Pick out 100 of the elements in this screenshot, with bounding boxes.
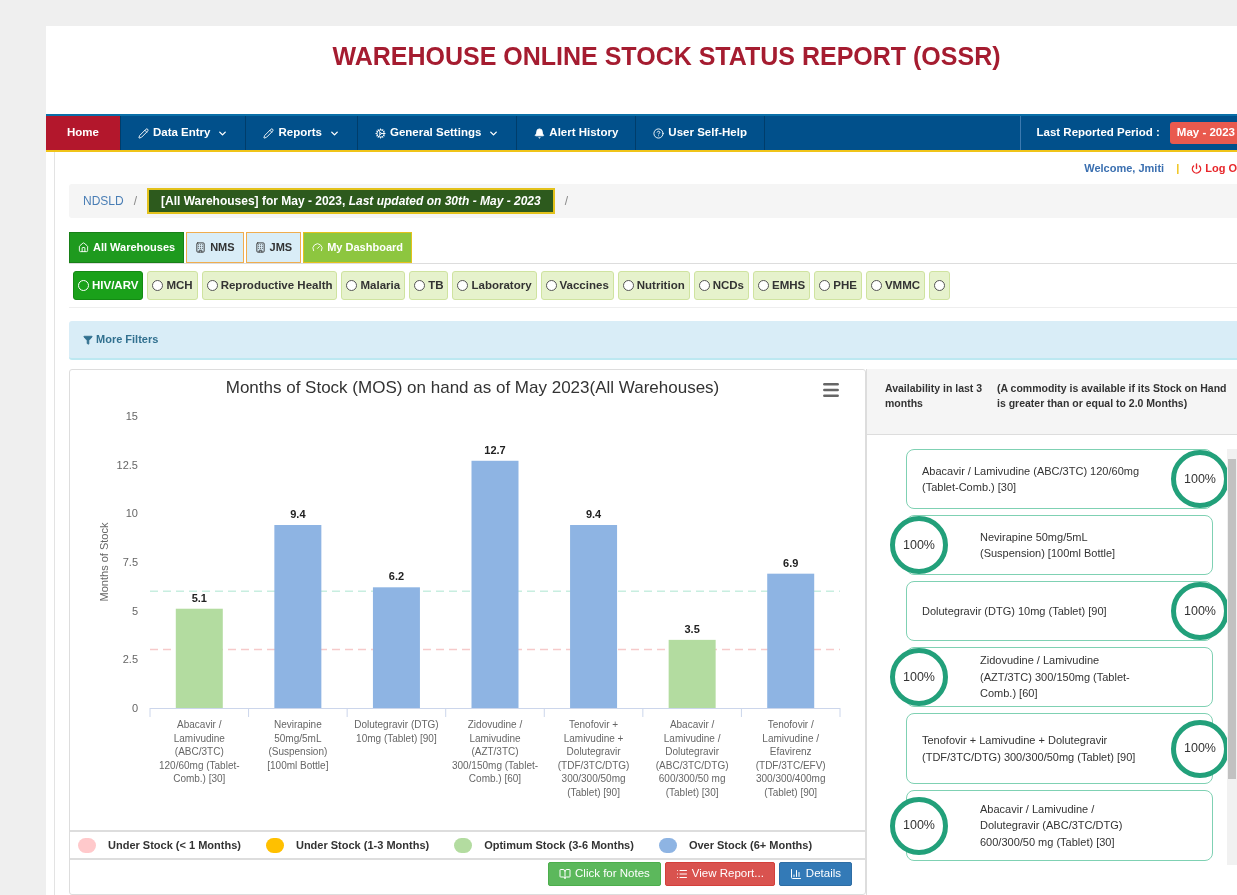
program-option[interactable]: Reproductive Health	[201, 271, 338, 300]
warehouse-tab[interactable]: All Warehouses	[69, 232, 185, 263]
program-option[interactable]: MCH	[147, 271, 198, 300]
help-icon	[653, 127, 665, 139]
data-label: 6.9	[783, 556, 799, 569]
nav-item[interactable]: Data Entry	[120, 116, 247, 150]
y-tick-label: 15	[125, 410, 138, 422]
menu-icon[interactable]	[821, 380, 841, 400]
separator: |	[1176, 160, 1180, 176]
y-tick-label: 10	[125, 507, 138, 520]
program-option[interactable]: Nutrition	[617, 271, 690, 300]
data-label: 6.2	[388, 570, 405, 583]
nav-item[interactable]: Home	[46, 116, 121, 150]
radio-icon	[622, 280, 634, 291]
legend-label: Under Stock (1-3 Months)	[295, 837, 430, 853]
data-label: 9.4	[585, 508, 602, 520]
filters-bar[interactable]: More Filters	[69, 321, 1237, 360]
radio-icon	[819, 280, 831, 291]
y-tick-label: 7.5	[122, 556, 138, 568]
bar	[668, 639, 716, 708]
data-label: 3.5	[684, 622, 700, 635]
filter-icon	[83, 334, 93, 345]
radio-icon	[152, 280, 164, 291]
power-icon	[1191, 162, 1203, 174]
nav-item[interactable]: Alert History	[517, 116, 637, 150]
commodity-name: Abacavir / Lamivudine (ABC/3TC) 120/60mg (Tablet-Comb.) [30]	[922, 463, 1141, 495]
availability-ring: 100%	[890, 648, 948, 706]
availability-note: (A commodity is available if its Stock on Hand is greater than or equal to 2.0 Months)	[997, 381, 1228, 411]
y-tick-label: 2.5	[122, 653, 138, 666]
action-button[interactable]: Details	[778, 862, 852, 886]
x-tick-label: Tenofovir + Lamivudine + Dolutegravir (TDF/3TC/DTG) 300/300/50mg (Tablet) [90]	[556, 718, 631, 800]
radio-icon	[346, 280, 358, 291]
nav-item[interactable]: General Settings	[357, 116, 518, 150]
radio-icon	[698, 280, 710, 291]
legend-label: Under Stock (< 1 Months)	[108, 837, 241, 853]
commodity-name: Abacavir / Lamivudine / Dolutegravir (ABC/3TC/DTG) 600/300/50 mg (Tablet) [30]	[980, 801, 1124, 850]
y-tick-label: 12.5	[116, 458, 138, 471]
program-option[interactable]: PHE	[814, 271, 862, 300]
x-tick-label: Nevirapine 50mg/5mL (Suspension) [100ml Bottle]	[266, 718, 330, 773]
logout-link[interactable]: Log O	[1191, 159, 1237, 177]
legend-label: Optimum Stock (3-6 Months)	[484, 837, 634, 853]
action-button[interactable]: View Report...	[664, 862, 775, 886]
program-option[interactable]: TB	[409, 271, 449, 300]
program-option[interactable]: Malaria	[341, 271, 406, 300]
scrollbar[interactable]	[1227, 449, 1237, 865]
radio-icon	[206, 280, 218, 291]
home-icon	[78, 242, 89, 253]
building-icon	[254, 242, 266, 253]
x-tick-label: Abacavir / Lamivudine / Dolutegravir (ABC/3TC/DTG) 600/300/50 mg (Tablet) [30]	[654, 718, 730, 800]
chart-title: Months of Stock (MOS) on hand as of May 2023(All Warehouses)	[224, 377, 720, 400]
program-option[interactable]	[929, 271, 951, 300]
availability-ring: 100%	[890, 796, 948, 855]
period-label: Last Reported Period :	[1036, 125, 1160, 141]
bell-icon	[534, 127, 546, 139]
program-option[interactable]: Laboratory	[452, 271, 537, 300]
report-period-badge: [All Warehouses] for May - 2023, Last updated on 30th - May - 2023	[147, 188, 555, 214]
x-tick-label: Tenofovir / Lamivudine / Efavirenz (TDF/3TC/EFV) 300/300/400mg (Tablet) [90]	[754, 718, 827, 800]
edit-icon	[263, 127, 275, 139]
data-label: 5.1	[191, 591, 207, 604]
legend-label: Over Stock (6+ Months)	[688, 837, 813, 853]
y-tick-label: 0	[131, 702, 138, 714]
program-option[interactable]: EMHS	[753, 271, 811, 300]
page-title: WAREHOUSE ONLINE STOCK STATUS REPORT (OSSR)	[332, 41, 1001, 72]
radio-icon	[414, 280, 426, 291]
commodity-name: Dolutegravir (DTG) 10mg (Tablet) [90]	[922, 603, 1107, 619]
breadcrumb-link[interactable]: NDSLD	[83, 192, 124, 210]
radio-icon	[545, 280, 557, 291]
period-badge: May - 2023	[1169, 122, 1237, 144]
data-label: 12.7	[484, 443, 506, 456]
list-icon	[675, 868, 688, 880]
radio-icon	[870, 280, 882, 291]
breadcrumb-separator: /	[564, 193, 569, 210]
commodity-name: Tenofovir + Lamivudine + Dolutegravir (TDF/3TC/DTG) 300/300/50mg (Tablet) [90]	[922, 733, 1137, 765]
availability-ring: 100%	[890, 516, 948, 574]
data-label: 9.4	[290, 508, 306, 520]
radio-icon	[758, 280, 769, 291]
program-option[interactable]: NCDs	[693, 271, 749, 300]
radio-icon	[457, 280, 469, 291]
nav-item[interactable]: Reports	[246, 116, 358, 150]
breadcrumb-separator: /	[133, 193, 138, 210]
x-tick-label: Dolutegravir (DTG) 10mg (Tablet) [90]	[353, 718, 440, 746]
availability-title: Availability in last 3 months	[885, 381, 984, 411]
warehouse-tab[interactable]: NMS	[186, 232, 244, 263]
y-tick-label: 5	[131, 604, 138, 617]
program-option[interactable]: Vaccines	[540, 271, 614, 300]
nav-item[interactable]: User Self-Help	[636, 116, 765, 150]
edit-icon	[137, 127, 149, 139]
x-tick-label: Zidovudine / Lamivudine (AZT/3TC) 300/150mg (Tablet-Comb.) [60]	[450, 718, 540, 786]
commodity-name: Zidovudine / Lamivudine (AZT/3TC) 300/150mg (Tablet-Comb.) [60]	[980, 653, 1131, 702]
radio-icon	[934, 280, 946, 291]
program-option[interactable]: VMMC	[865, 271, 926, 300]
warehouse-tab[interactable]: JMS	[245, 232, 302, 263]
welcome-text: Welcome, Jmiti	[1084, 160, 1165, 176]
dashboard-icon	[312, 242, 324, 253]
bar-chart-icon	[789, 868, 802, 880]
building-icon	[195, 242, 207, 253]
gear-icon	[374, 127, 386, 139]
x-tick-label: Abacavir / Lamivudine (ABC/3TC) 120/60mg (Tablet-Comb.) [30]	[157, 718, 241, 786]
book-icon	[559, 868, 572, 880]
y-axis-title: Months of Stock	[98, 522, 110, 602]
